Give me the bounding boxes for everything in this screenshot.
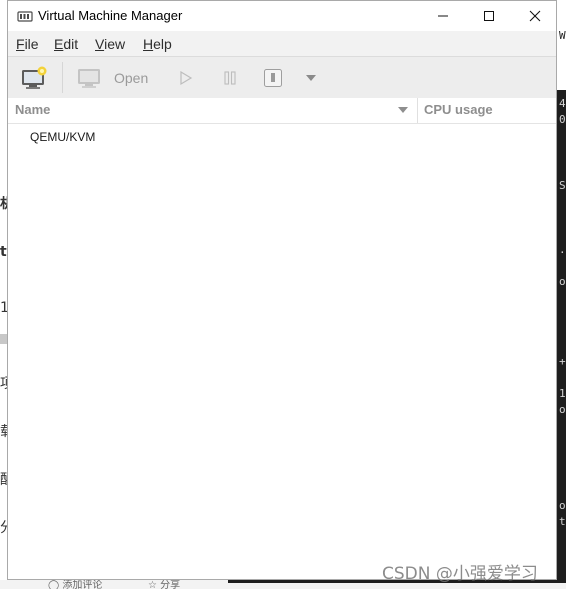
menu-edit[interactable]: Edit [54, 36, 78, 52]
shutdown-button[interactable] [261, 57, 285, 98]
watermark: CSDN @小强爱学习 [382, 564, 538, 584]
list-item[interactable]: QEMU/KVM [8, 128, 556, 148]
open-button[interactable]: Open [76, 57, 156, 98]
close-icon [529, 10, 541, 22]
menu-bar: File Edit View Help [8, 31, 556, 57]
menu-view[interactable]: View [95, 36, 125, 52]
minimize-button[interactable] [420, 1, 466, 31]
toolbar: Open [8, 57, 556, 98]
run-button[interactable] [174, 57, 198, 98]
column-header-name[interactable]: Name [15, 102, 50, 117]
background-terminal: W 4 0 S . o + 1 o o t [557, 0, 566, 589]
column-divider[interactable] [417, 98, 418, 123]
virt-manager-app-icon [17, 9, 33, 23]
title-bar[interactable]: Virtual Machine Manager [8, 1, 556, 31]
new-vm-button[interactable] [14, 57, 54, 98]
sort-down-icon[interactable] [398, 107, 408, 113]
power-icon [264, 68, 282, 87]
pause-icon [224, 70, 236, 85]
column-header-cpu-usage[interactable]: CPU usage [424, 102, 493, 117]
shutdown-menu-button[interactable] [301, 57, 321, 98]
monitor-icon [78, 68, 100, 88]
connection-name: QEMU/KVM [30, 130, 96, 144]
pause-button[interactable] [218, 57, 242, 98]
vm-list: QEMU/KVM [8, 124, 556, 579]
vm-list-header: Name CPU usage [8, 98, 556, 124]
play-icon [180, 70, 193, 85]
close-button[interactable] [512, 1, 558, 31]
minimize-icon [438, 15, 448, 17]
toolbar-separator [62, 62, 63, 93]
menu-help[interactable]: Help [143, 36, 172, 52]
maximize-icon [484, 11, 494, 21]
maximize-button[interactable] [466, 1, 512, 31]
chevron-down-icon [306, 74, 316, 81]
window-title: Virtual Machine Manager [38, 8, 183, 23]
virt-manager-window: Virtual Machine Manager File Edit View H… [7, 0, 557, 580]
menu-file[interactable]: File [16, 36, 39, 52]
monitor-new-icon [22, 66, 47, 89]
open-button-label: Open [114, 69, 149, 86]
